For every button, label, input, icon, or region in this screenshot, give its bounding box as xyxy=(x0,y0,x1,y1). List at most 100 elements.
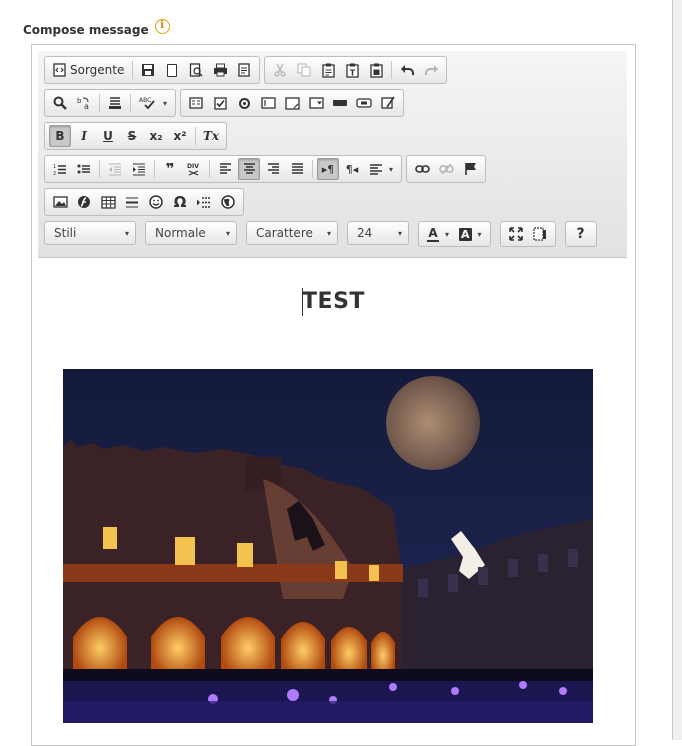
outdent-button[interactable] xyxy=(104,158,126,180)
align-right-button[interactable] xyxy=(262,158,284,180)
paste-text-button[interactable]: T xyxy=(341,59,363,81)
bullet-list-button[interactable] xyxy=(73,158,95,180)
textfield-button[interactable] xyxy=(257,92,279,114)
styles-dropdown-value: Stili xyxy=(54,226,77,240)
save-icon xyxy=(142,64,155,76)
unlink-button[interactable] xyxy=(435,158,457,180)
help-button[interactable]: ? xyxy=(570,223,592,245)
blockquote-button[interactable]: ❞ xyxy=(159,158,181,180)
paste-word-button[interactable] xyxy=(365,59,387,81)
preview-icon xyxy=(190,63,203,77)
find-button[interactable] xyxy=(49,92,71,114)
special-char-button[interactable]: Ω xyxy=(169,191,191,213)
font-dropdown[interactable]: Carattere ▾ xyxy=(246,221,338,245)
font-size-dropdown[interactable]: 24 ▾ xyxy=(347,221,409,245)
format-dropdown[interactable]: Normale ▾ xyxy=(145,221,237,245)
print-icon xyxy=(213,63,227,77)
div-button[interactable]: DIV xyxy=(183,158,205,180)
replace-button[interactable]: ba xyxy=(73,92,95,114)
show-blocks-button[interactable] xyxy=(529,223,551,245)
paste-icon xyxy=(322,63,335,78)
image-button-button[interactable] xyxy=(353,92,375,114)
spellcheck-icon: ABC xyxy=(139,97,155,110)
spellcheck-button[interactable]: ABC ▾ xyxy=(135,92,171,114)
svg-text:a: a xyxy=(84,102,89,110)
undo-button[interactable] xyxy=(396,59,418,81)
separator xyxy=(154,160,155,178)
page-break-button[interactable] xyxy=(193,191,215,213)
image-button[interactable] xyxy=(49,191,71,213)
preview-button[interactable] xyxy=(185,59,207,81)
bg-color-button[interactable]: A ▾ xyxy=(455,223,486,245)
night-square-photo[interactable] xyxy=(63,369,593,723)
links-group xyxy=(406,155,487,183)
smiley-button[interactable] xyxy=(145,191,167,213)
separator xyxy=(391,61,393,79)
select-button[interactable] xyxy=(305,92,327,114)
maximize-button[interactable] xyxy=(505,223,527,245)
font-dropdown-value: Carattere xyxy=(256,226,313,240)
content-heading[interactable]: TEST xyxy=(33,289,634,314)
bold-button[interactable]: B xyxy=(49,125,71,147)
cut-button[interactable] xyxy=(269,59,291,81)
editor-content[interactable]: TEST xyxy=(33,259,634,745)
form-button-button[interactable] xyxy=(329,92,351,114)
align-left-button[interactable] xyxy=(214,158,236,180)
insert-group: Ω xyxy=(44,188,244,216)
table-icon xyxy=(100,195,116,209)
textarea-button[interactable] xyxy=(281,92,303,114)
superscript-button[interactable]: x² xyxy=(169,125,191,147)
italic-button[interactable]: I xyxy=(73,125,95,147)
rtl-button[interactable]: ¶◂ xyxy=(341,158,363,180)
remove-format-button[interactable]: Tx xyxy=(200,125,222,147)
save-button[interactable] xyxy=(137,59,159,81)
language-button[interactable]: ▾ xyxy=(365,158,397,180)
text-color-button[interactable]: A ▾ xyxy=(423,223,453,245)
redo-icon xyxy=(424,65,438,75)
flag-icon xyxy=(464,163,476,175)
separator xyxy=(99,94,100,112)
redo-button[interactable] xyxy=(420,59,442,81)
form-icon xyxy=(189,97,203,109)
table-button[interactable] xyxy=(97,191,119,213)
radio-button[interactable] xyxy=(233,92,255,114)
bg-color-icon: A xyxy=(459,227,472,241)
anchor-button[interactable] xyxy=(459,158,481,180)
indent-button[interactable] xyxy=(128,158,150,180)
select-all-button[interactable] xyxy=(104,92,126,114)
svg-text:2: 2 xyxy=(53,171,56,176)
flash-button[interactable] xyxy=(73,191,95,213)
scrollbar-track[interactable] xyxy=(672,0,682,740)
link-button[interactable] xyxy=(411,158,433,180)
form-button[interactable] xyxy=(185,92,207,114)
strike-button[interactable]: S xyxy=(121,125,143,147)
paste-button[interactable] xyxy=(317,59,339,81)
styles-dropdown[interactable]: Stili ▾ xyxy=(44,221,136,245)
numbered-list-icon: 12 xyxy=(53,164,66,176)
toolbar-row-6: Stili ▾ Normale ▾ Carattere ▾ 24 ▾ A ▾ A… xyxy=(44,221,597,249)
checkbox-button[interactable] xyxy=(209,92,231,114)
svg-text:ABC: ABC xyxy=(139,97,151,104)
ltr-button[interactable]: ▸¶ xyxy=(317,158,339,180)
source-button[interactable]: Sorgente xyxy=(49,59,128,81)
toolbar-row-1: Sorgente T xyxy=(44,56,448,84)
underline-button[interactable]: U xyxy=(97,125,119,147)
justify-button[interactable] xyxy=(286,158,308,180)
language-icon xyxy=(370,163,382,175)
templates-button[interactable] xyxy=(233,59,255,81)
copy-button[interactable] xyxy=(293,59,315,81)
info-icon[interactable]: i xyxy=(154,18,170,34)
globe-icon xyxy=(221,195,235,209)
chevron-down-icon: ▾ xyxy=(389,164,394,174)
align-center-button[interactable] xyxy=(238,158,260,180)
basic-styles-group: B I U S x₂ x² Tx xyxy=(44,122,227,150)
new-page-button[interactable] xyxy=(161,59,183,81)
text-color-glyph: A xyxy=(428,225,438,240)
horizontal-rule-button[interactable] xyxy=(121,191,143,213)
subscript-button[interactable]: x₂ xyxy=(145,125,167,147)
hidden-field-button[interactable] xyxy=(377,92,399,114)
numbered-list-button[interactable]: 12 xyxy=(49,158,71,180)
print-button[interactable] xyxy=(209,59,231,81)
svg-text:b: b xyxy=(77,97,82,105)
iframe-button[interactable] xyxy=(217,191,239,213)
